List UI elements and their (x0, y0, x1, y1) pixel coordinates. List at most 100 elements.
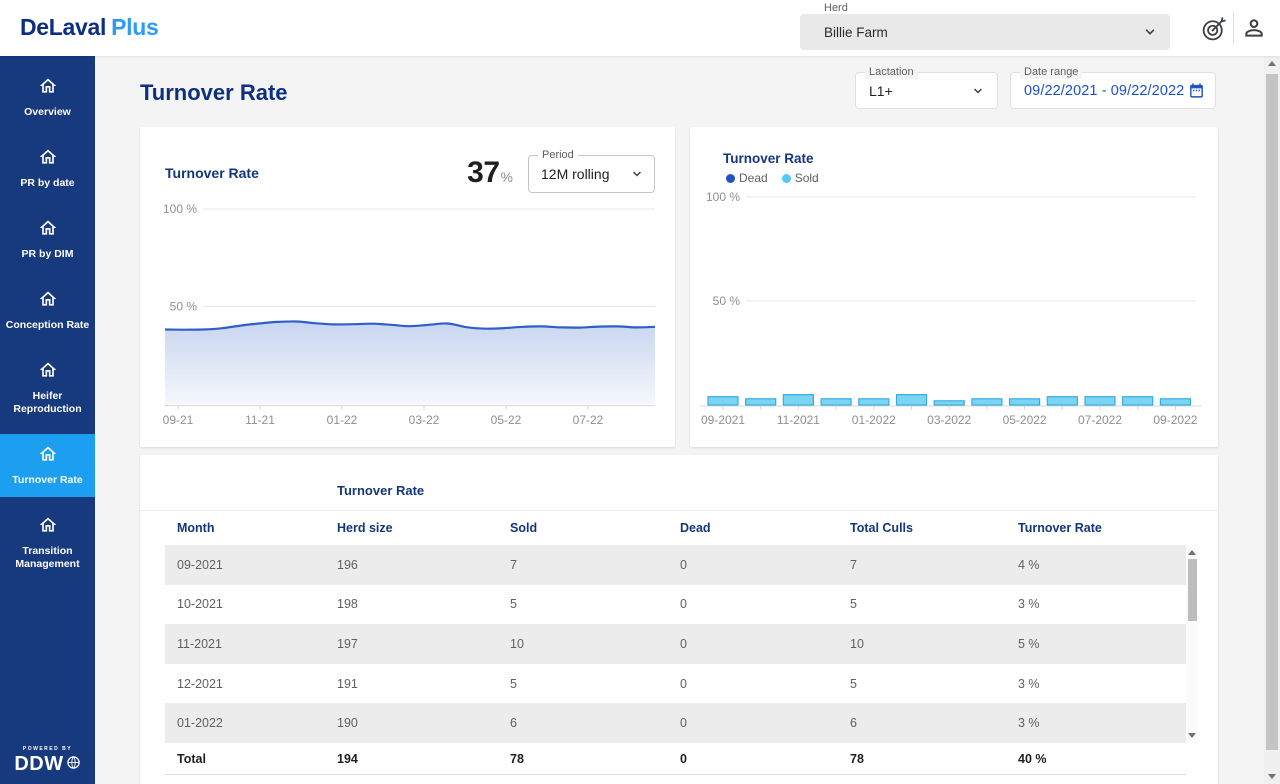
table-title: Turnover Rate (337, 483, 424, 498)
table-cell: 5 (850, 597, 1018, 611)
legend-dot (726, 174, 735, 183)
table-total-cell: Total (177, 752, 337, 766)
sidebar-item-overview[interactable]: Overview (0, 66, 95, 129)
table-cell: 01-2022 (177, 716, 337, 730)
table-cell: 0 (680, 716, 850, 730)
kpi-unit: % (501, 169, 513, 185)
sidebar-item-label: PR by DIM (22, 248, 74, 261)
svg-text:03-22: 03-22 (409, 413, 440, 427)
sidebar-item-turnover-rate[interactable]: Turnover Rate (0, 434, 95, 497)
lactation-select[interactable]: Lactation L1+ (855, 72, 998, 109)
table-row: 12-20211915053 % (165, 664, 1186, 704)
legend-item-dead[interactable]: Dead (726, 171, 768, 185)
date-range-value: 09/22/2021 - 09/22/2022 (1024, 83, 1188, 99)
goal-target-icon[interactable] (1199, 14, 1229, 44)
sidebar-item-conception-rate[interactable]: Conception Rate (0, 279, 95, 342)
svg-text:05-2022: 05-2022 (1003, 413, 1047, 427)
home-icon (38, 218, 58, 243)
scroll-up-icon[interactable] (1268, 61, 1276, 66)
sidebar-item-pr-by-date[interactable]: PR by date (0, 137, 95, 200)
period-select[interactable]: Period 12M rolling (528, 155, 655, 193)
sidebar-item-label: Heifer Reproduction (3, 390, 92, 416)
page-scrollbar-thumb[interactable] (1266, 74, 1278, 750)
table-cell: 5 (510, 677, 680, 691)
herd-select-value: Billie Farm (824, 25, 1140, 40)
period-value: 12M rolling (541, 166, 628, 182)
herd-select[interactable]: Billie Farm (800, 14, 1170, 50)
sidebar-item-transition-management[interactable]: Transition Management (0, 505, 95, 581)
svg-text:09-21: 09-21 (163, 413, 194, 427)
powered-by-text: POWERED BY (0, 746, 95, 752)
turnover-rate-kpi: 37 % (467, 156, 513, 190)
svg-text:03-2022: 03-2022 (927, 413, 971, 427)
home-icon (38, 147, 58, 172)
table-cell: 4 % (1018, 558, 1186, 572)
table-scrollbar[interactable] (1186, 545, 1198, 743)
home-icon (38, 360, 58, 385)
table-cell: 190 (337, 716, 510, 730)
table-cell: 5 (510, 597, 680, 611)
svg-text:01-22: 01-22 (327, 413, 358, 427)
table-cell: 0 (680, 558, 850, 572)
sidebar-item-label: PR by date (20, 177, 74, 190)
ddw-logo: POWERED BY DDW (0, 746, 95, 776)
svg-text:07-22: 07-22 (573, 413, 604, 427)
lactation-value: L1+ (869, 83, 969, 99)
calendar-icon[interactable] (1188, 82, 1205, 99)
date-range-picker[interactable]: Date range 09/22/2021 - 09/22/2022 (1010, 72, 1216, 109)
top-header: DeLavalPlus Herd Billie Farm (0, 0, 1280, 56)
table-row: 11-2021197100105 % (165, 624, 1186, 664)
table-cell: 10-2021 (177, 597, 337, 611)
legend-label: Dead (739, 171, 768, 185)
svg-text:11-2021: 11-2021 (777, 413, 820, 427)
svg-text:05-22: 05-22 (491, 413, 522, 427)
table-row: 01-20221906063 % (165, 703, 1186, 743)
table-column-header: Month (177, 521, 337, 535)
svg-text:01-2022: 01-2022 (852, 413, 896, 427)
header-divider (1233, 12, 1234, 44)
scroll-up-icon[interactable] (1188, 550, 1196, 555)
table-total-cell: 0 (680, 752, 850, 766)
table-cell: 3 % (1018, 716, 1186, 730)
home-icon (38, 289, 58, 314)
sidebar-item-heifer-reproduction[interactable]: Heifer Reproduction (0, 350, 95, 426)
table-row: 09-20211967074 % (165, 545, 1186, 585)
chevron-down-icon (1140, 22, 1160, 42)
table-cell: 12-2021 (177, 677, 337, 691)
table-total-cell: 78 (510, 752, 680, 766)
table-row: 10-20211985053 % (165, 585, 1186, 625)
svg-text:100 %: 100 % (706, 190, 740, 204)
table-scrollbar-thumb[interactable] (1188, 559, 1197, 621)
legend-item-sold[interactable]: Sold (782, 171, 819, 185)
table-cell: 10 (510, 637, 680, 651)
table-cell: 0 (680, 637, 850, 651)
sidebar-item-label: Turnover Rate (12, 474, 82, 487)
table-column-header: Total Culls (850, 521, 1018, 535)
turnover-rate-trend-card: 100 %50 %09-2111-2101-2203-2205-2207-22 … (140, 127, 675, 447)
scroll-down-icon[interactable] (1188, 733, 1196, 738)
table-cell: 5 (850, 677, 1018, 691)
svg-text:09-2021: 09-2021 (701, 413, 745, 427)
legend-label: Sold (795, 171, 819, 185)
home-icon (38, 515, 58, 540)
turnover-rate-table-card: Turnover Rate MonthHerd sizeSoldDeadTota… (140, 455, 1218, 784)
main-content: Turnover Rate Lactation L1+ Date range 0… (95, 56, 1264, 784)
page-scrollbar[interactable] (1264, 56, 1280, 784)
legend-dot (782, 174, 791, 183)
home-icon (38, 444, 58, 469)
user-profile-icon[interactable] (1239, 14, 1269, 44)
sidebar-item-label: Overview (24, 106, 71, 119)
logo-plus: Plus (111, 14, 158, 40)
sidebar: Overview PR by date PR by DIM Conception Ra… (0, 56, 95, 784)
sidebar-item-label: Conception Rate (6, 319, 89, 332)
table-cell: 3 % (1018, 677, 1186, 691)
sidebar-item-pr-by-dim[interactable]: PR by DIM (0, 208, 95, 271)
svg-text:50 %: 50 % (713, 294, 741, 308)
chevron-down-icon (969, 82, 987, 100)
table-total-cell: 194 (337, 752, 510, 766)
period-label: Period (538, 148, 578, 162)
trend-card-title: Turnover Rate (165, 165, 259, 181)
table-cell: 11-2021 (177, 637, 337, 651)
scroll-down-icon[interactable] (1268, 774, 1276, 779)
home-icon (38, 76, 58, 101)
